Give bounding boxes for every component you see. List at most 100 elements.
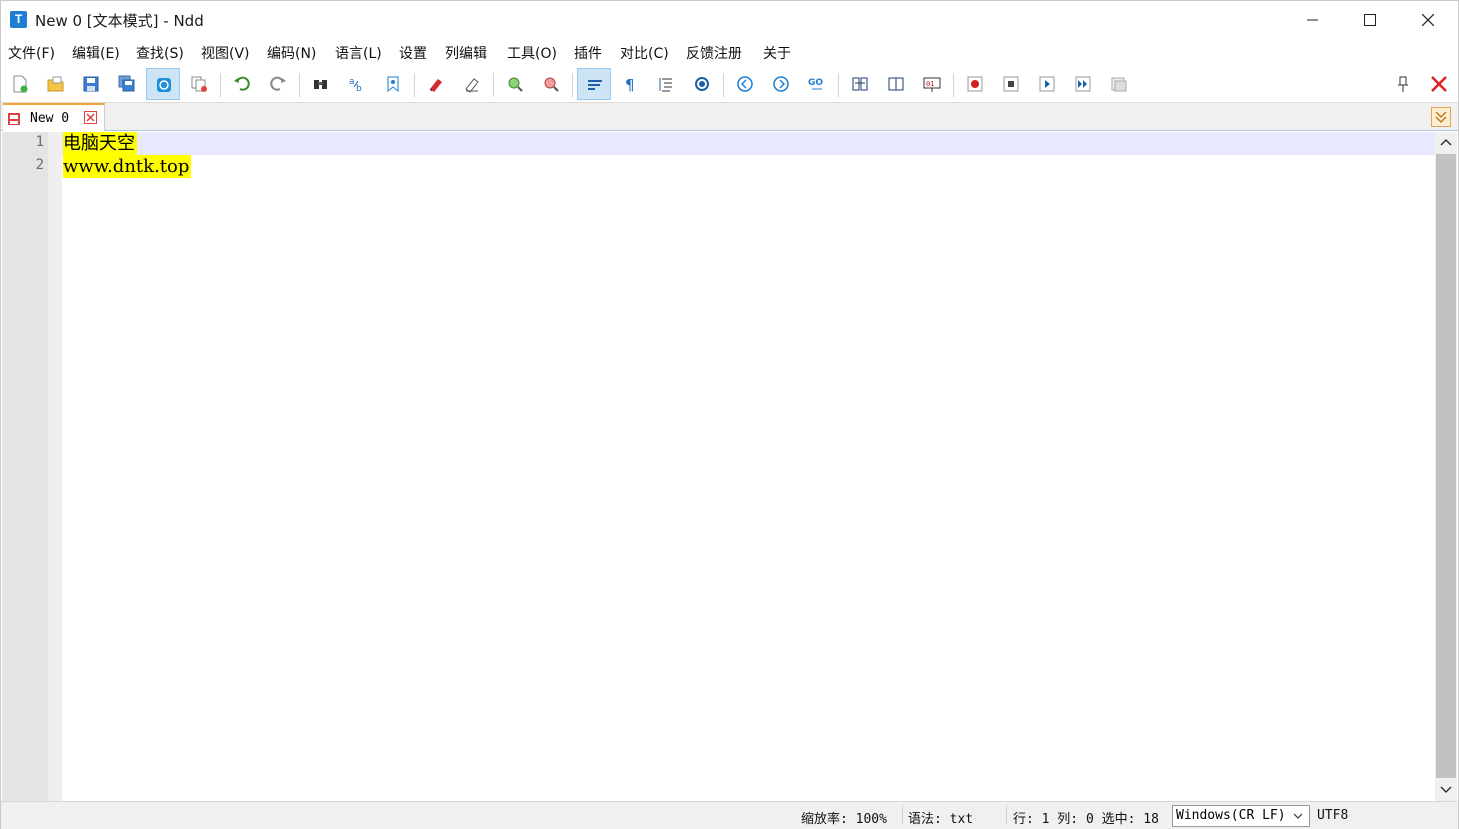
mark-button[interactable]	[419, 68, 453, 100]
zoom-status: 缩放率: 100%	[801, 812, 887, 827]
menu-tools[interactable]: 工具(O)	[507, 43, 557, 63]
minimize-button[interactable]	[1284, 1, 1342, 39]
goto-line-button[interactable]: GO	[800, 68, 834, 100]
mark-icon	[429, 79, 442, 92]
menu-bar: 文件(F) 编辑(E) 查找(S) 视图(V) 编码(N) 语言(L) 设置 列…	[1, 39, 1458, 65]
menu-file[interactable]: 文件(F)	[8, 43, 55, 63]
highlight-button[interactable]	[685, 68, 719, 100]
status-bar: 缩放率: 100% 语法: txt 行: 1 列: 0 选中: 18 Windo…	[1, 801, 1458, 829]
pin-icon	[1398, 76, 1408, 92]
title-bar: T New 0 [文本模式] - Ndd	[1, 1, 1458, 39]
menu-encoding[interactable]: 编码(N)	[267, 43, 316, 63]
prev-icon	[737, 76, 753, 92]
word-wrap-button[interactable]	[577, 68, 611, 100]
toolbar-separator	[838, 73, 839, 97]
svg-text:01: 01	[926, 80, 934, 88]
binary-view-icon: 01	[923, 77, 941, 92]
file-monitor-button[interactable]	[146, 68, 180, 100]
macro-stop-icon	[1003, 76, 1019, 92]
toolbar: ab ¶ GO 01	[1, 65, 1458, 103]
open-folder-icon	[47, 76, 64, 92]
prev-button[interactable]	[728, 68, 762, 100]
clear-mark-button[interactable]	[455, 68, 489, 100]
compare-dir-icon	[852, 77, 868, 91]
maximize-button[interactable]	[1341, 1, 1399, 39]
redo-button[interactable]	[261, 68, 295, 100]
menu-about[interactable]: 关于	[763, 43, 791, 63]
menu-settings[interactable]: 设置	[399, 43, 427, 63]
macro-run-multiple-button[interactable]	[1066, 68, 1100, 100]
replace-icon: ab	[349, 77, 362, 93]
editor-line[interactable]: 电脑天空	[62, 132, 1435, 155]
svg-text:b: b	[356, 84, 362, 93]
tab-new-0[interactable]: New 0	[3, 103, 105, 131]
save-all-button[interactable]	[110, 68, 144, 100]
find-button[interactable]	[304, 68, 338, 100]
zoom-in-button[interactable]	[498, 68, 532, 100]
macro-play-button[interactable]	[1030, 68, 1064, 100]
menu-compare[interactable]: 对比(C)	[620, 43, 669, 63]
status-separator	[1006, 805, 1007, 825]
macro-stop-button[interactable]	[994, 68, 1028, 100]
compare-file-button[interactable]	[879, 68, 913, 100]
next-button[interactable]	[764, 68, 798, 100]
eol-value: Windows(CR LF)	[1176, 808, 1286, 823]
scroll-down-icon[interactable]	[1440, 785, 1452, 795]
line-number: 1	[35, 134, 44, 150]
macro-save-button[interactable]	[1102, 68, 1136, 100]
close-toolbar-button[interactable]	[1422, 68, 1456, 100]
toolbar-separator	[220, 73, 221, 97]
chevron-down-icon	[1293, 813, 1303, 819]
zoom-out-icon	[544, 77, 559, 92]
undo-button[interactable]	[225, 68, 259, 100]
scrollbar-thumb[interactable]	[1436, 154, 1456, 778]
toolbar-separator	[723, 73, 724, 97]
unsaved-file-icon	[8, 113, 20, 125]
next-icon	[773, 76, 789, 92]
menu-language[interactable]: 语言(L)	[335, 43, 382, 63]
tab-list-button[interactable]	[1431, 107, 1451, 127]
menu-column-edit[interactable]: 列编辑	[445, 43, 487, 63]
chevron-down-icon	[1435, 111, 1447, 124]
compare-dir-button[interactable]	[843, 68, 877, 100]
replace-button[interactable]: ab	[340, 68, 374, 100]
vertical-scrollbar[interactable]	[1435, 132, 1457, 801]
close-all-button[interactable]	[182, 68, 216, 100]
binary-view-button[interactable]: 01	[915, 68, 949, 100]
highlight-icon	[695, 77, 709, 91]
close-toolbar-icon	[1431, 76, 1447, 92]
zoom-in-icon	[508, 77, 523, 92]
macro-run-multiple-icon	[1075, 76, 1091, 92]
line-text: www.dntk.top	[63, 155, 192, 178]
menu-view[interactable]: 视图(V)	[201, 43, 250, 63]
line-number: 2	[35, 157, 44, 173]
close-window-button[interactable]	[1399, 1, 1457, 39]
tab-close-icon[interactable]	[84, 111, 97, 124]
pin-button[interactable]	[1386, 68, 1420, 100]
close-icon	[1422, 14, 1434, 26]
macro-record-button[interactable]	[958, 68, 992, 100]
fold-margin	[48, 132, 62, 801]
eol-select[interactable]: Windows(CR LF)	[1172, 805, 1310, 827]
bookmark-button[interactable]	[376, 68, 410, 100]
indent-guide-button[interactable]	[649, 68, 683, 100]
new-file-button[interactable]	[3, 68, 37, 100]
open-file-button[interactable]	[39, 68, 73, 100]
menu-search[interactable]: 查找(S)	[136, 43, 184, 63]
save-button[interactable]	[74, 68, 108, 100]
new-file-icon	[13, 75, 28, 93]
svg-text:a: a	[349, 77, 355, 87]
menu-edit[interactable]: 编辑(E)	[72, 43, 120, 63]
save-icon	[83, 76, 99, 92]
menu-plugins[interactable]: 插件	[574, 43, 602, 63]
indent-guide-icon	[659, 78, 672, 92]
zoom-out-button[interactable]	[534, 68, 568, 100]
word-wrap-icon	[588, 80, 602, 90]
scroll-up-icon[interactable]	[1440, 137, 1452, 147]
show-all-chars-button[interactable]: ¶	[613, 68, 647, 100]
clear-mark-icon	[465, 78, 479, 93]
line-text: 电脑天空	[63, 132, 137, 155]
maximize-icon	[1364, 14, 1376, 26]
text-editor[interactable]: 1 2 电脑天空 www.dntk.top	[2, 132, 1435, 801]
menu-feedback[interactable]: 反馈注册	[686, 43, 742, 63]
